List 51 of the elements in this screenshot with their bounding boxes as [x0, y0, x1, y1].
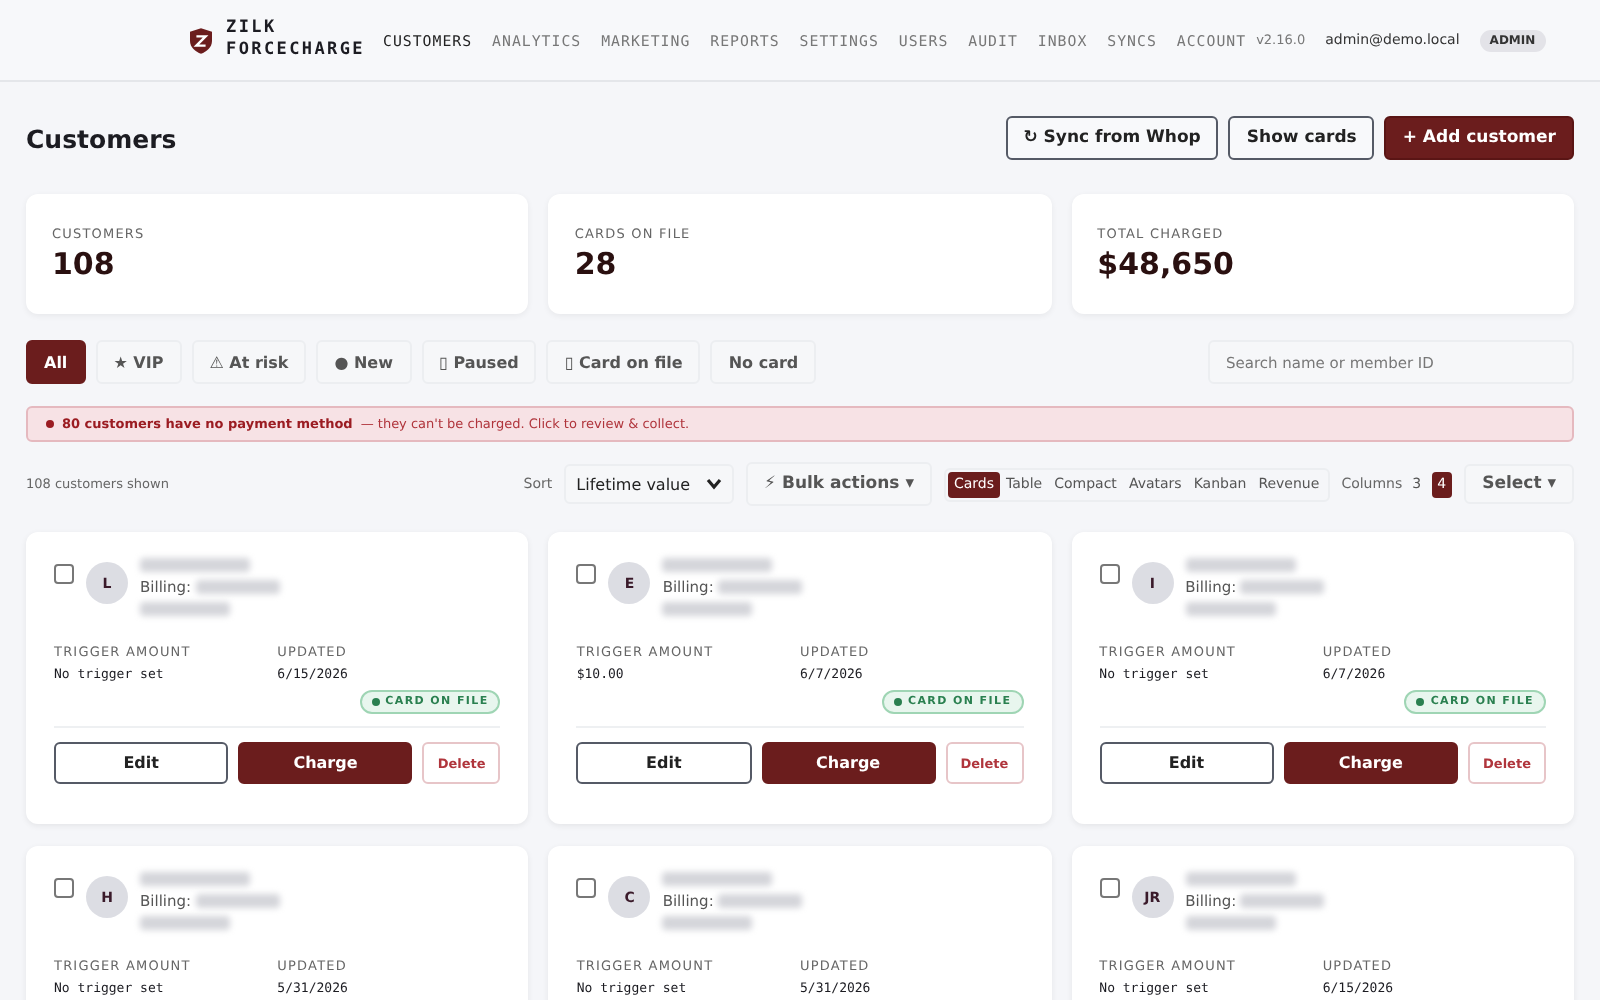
filter-chip[interactable]: ★ VIP: [95, 340, 182, 384]
blurred-billing: [195, 894, 280, 908]
blurred-billing: [195, 580, 280, 594]
select-button[interactable]: Select ▾: [1464, 464, 1574, 504]
checkbox[interactable]: [54, 878, 74, 898]
edit-button[interactable]: Edit: [1099, 742, 1274, 784]
blurred-billing: [717, 580, 802, 594]
filter-chip[interactable]: No card: [710, 340, 817, 384]
edit-button[interactable]: Edit: [54, 742, 229, 784]
stat-value: 28: [574, 246, 619, 282]
filter-chip[interactable]: ▯ Card on file: [546, 340, 701, 384]
brand-name: ZILK FORCECHARGE: [226, 18, 365, 62]
blurred-detail: [140, 602, 230, 616]
blurred-billing: [1240, 580, 1325, 594]
blurred-detail: [140, 916, 230, 930]
edit-button[interactable]: Edit: [576, 742, 751, 784]
blurred-name: [140, 558, 250, 572]
dot-icon: [46, 420, 54, 428]
charge-button[interactable]: Charge: [1283, 742, 1458, 784]
checkbox[interactable]: [1099, 878, 1120, 898]
filter-chip[interactable]: All: [26, 340, 86, 384]
blurred-detail: [1185, 602, 1276, 616]
add-customer-button[interactable]: + Add customer: [1384, 116, 1574, 160]
charge-button[interactable]: Charge: [238, 742, 413, 784]
blurred-billing: [1240, 894, 1325, 908]
filter-chip[interactable]: ▯ Paused: [421, 340, 537, 384]
chevron-down-icon: [706, 478, 723, 490]
blurred-detail: [1185, 916, 1276, 930]
blurred-billing: [717, 894, 802, 908]
header-button[interactable]: ↻ Sync from Whop: [1005, 116, 1219, 160]
blurred-name: [1185, 872, 1296, 886]
sort-dropdown[interactable]: Lifetime value: [564, 464, 735, 504]
checkbox[interactable]: [1099, 564, 1120, 584]
header-button[interactable]: Show cards: [1228, 116, 1375, 160]
page-title: Customers: [26, 123, 177, 153]
stat-value: 108: [52, 246, 117, 282]
blurred-detail: [662, 916, 753, 930]
stat-value: $48,650: [1097, 246, 1236, 282]
shield-logo-icon: [190, 27, 212, 53]
filter-chip[interactable]: ● New: [316, 340, 411, 384]
blurred-name: [662, 558, 773, 572]
blurred-name: [1185, 558, 1296, 572]
checkbox[interactable]: [576, 878, 597, 898]
blurred-name: [662, 872, 773, 886]
checkbox[interactable]: [576, 564, 597, 584]
filter-chip[interactable]: ⚠ At risk: [191, 340, 307, 384]
checkbox[interactable]: [54, 564, 74, 584]
charge-button[interactable]: Charge: [761, 742, 936, 784]
bulk-actions-button[interactable]: ⚡ Bulk actions ▾: [746, 462, 932, 506]
blurred-name: [140, 872, 250, 886]
blurred-detail: [662, 602, 753, 616]
